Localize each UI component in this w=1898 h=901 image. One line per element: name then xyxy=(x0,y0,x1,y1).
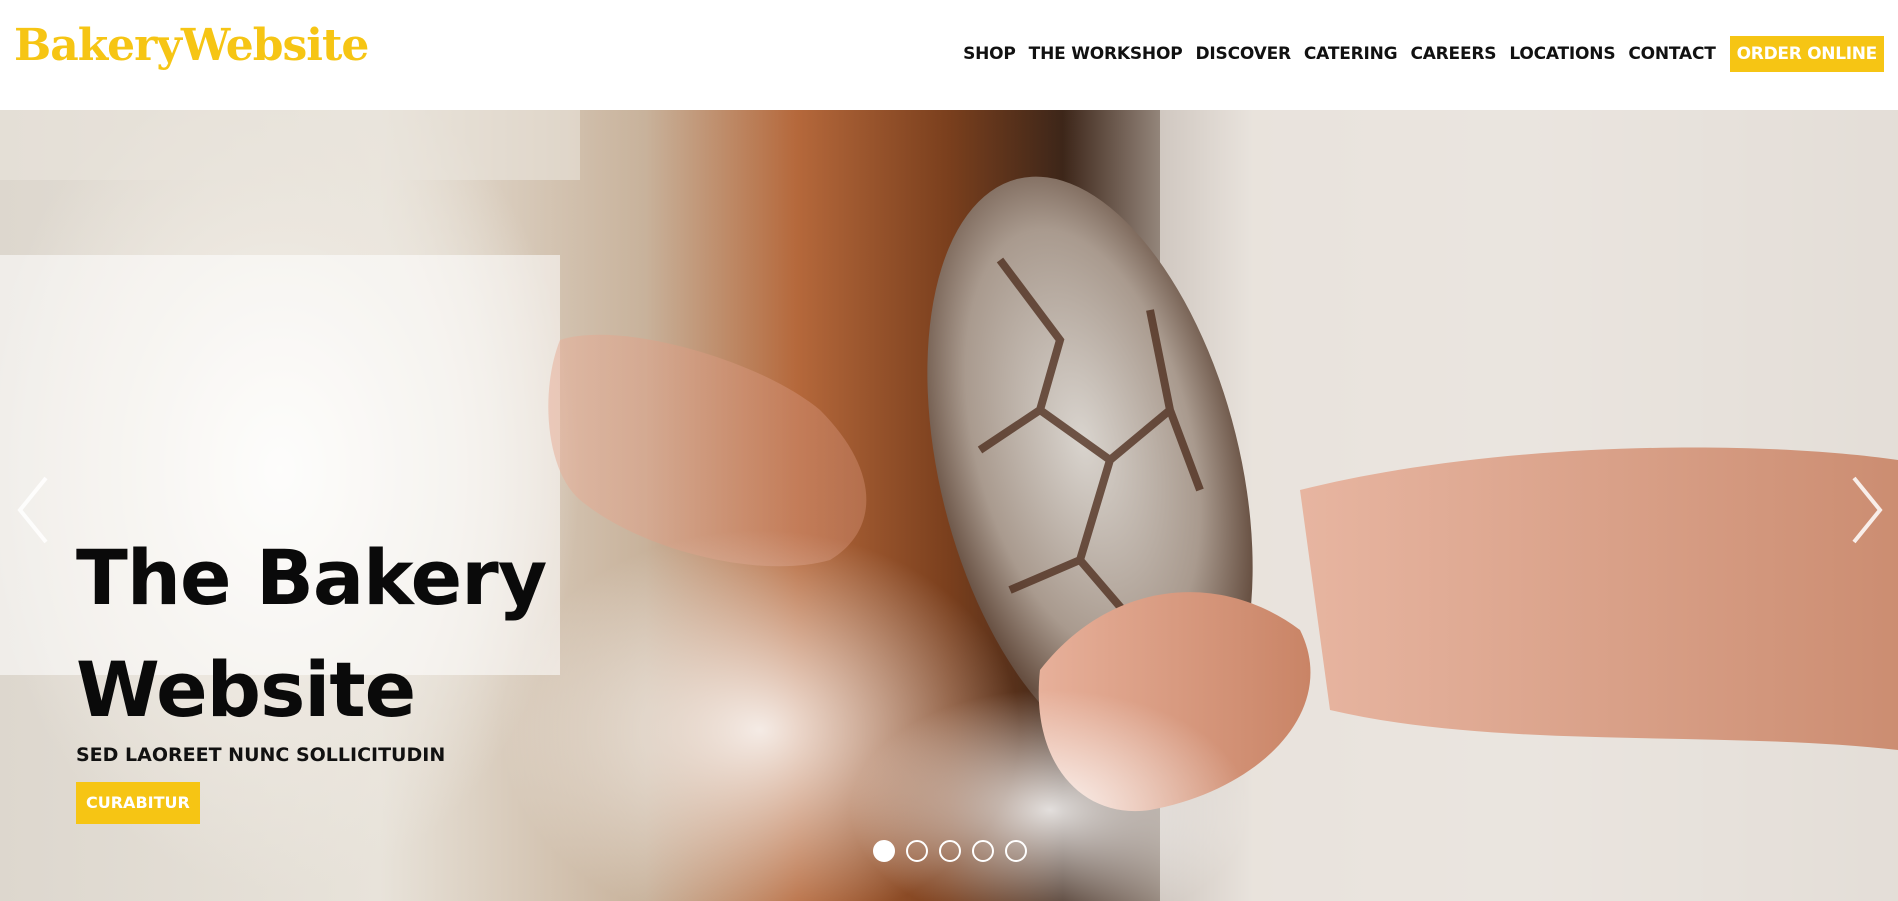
slider-dot-3[interactable] xyxy=(939,840,961,862)
hero-background-image xyxy=(0,110,1898,901)
slider-dot-1[interactable] xyxy=(873,840,895,862)
slider-dot-5[interactable] xyxy=(1005,840,1027,862)
slider-dots xyxy=(873,840,1038,862)
slider-dot-2[interactable] xyxy=(906,840,928,862)
nav-contact[interactable]: CONTACT xyxy=(1628,44,1715,64)
nav-shop[interactable]: SHOP xyxy=(963,44,1016,64)
nav-careers[interactable]: CAREERS xyxy=(1410,44,1496,64)
main-nav: SHOP THE WORKSHOP DISCOVER CATERING CARE… xyxy=(963,36,1884,72)
site-header: BakeryWebsite SHOP THE WORKSHOP DISCOVER… xyxy=(0,0,1898,110)
hero-subtitle: SED LAOREET NUNC SOLLICITUDIN xyxy=(76,744,446,766)
nav-catering[interactable]: CATERING xyxy=(1304,44,1398,64)
hero-slider: The Bakery Website SED LAOREET NUNC SOLL… xyxy=(0,110,1898,901)
nav-locations[interactable]: LOCATIONS xyxy=(1509,44,1615,64)
slider-dot-4[interactable] xyxy=(972,840,994,862)
order-online-button[interactable]: ORDER ONLINE xyxy=(1729,36,1884,72)
chevron-left-icon[interactable] xyxy=(14,470,54,550)
chevron-right-icon[interactable] xyxy=(1846,470,1886,550)
nav-discover[interactable]: DISCOVER xyxy=(1195,44,1291,64)
nav-the-workshop[interactable]: THE WORKSHOP xyxy=(1029,44,1183,64)
hero-title: The Bakery Website xyxy=(76,533,547,734)
site-logo[interactable]: BakeryWebsite xyxy=(14,20,369,71)
hero-cta-button[interactable]: CURABITUR xyxy=(76,782,200,824)
